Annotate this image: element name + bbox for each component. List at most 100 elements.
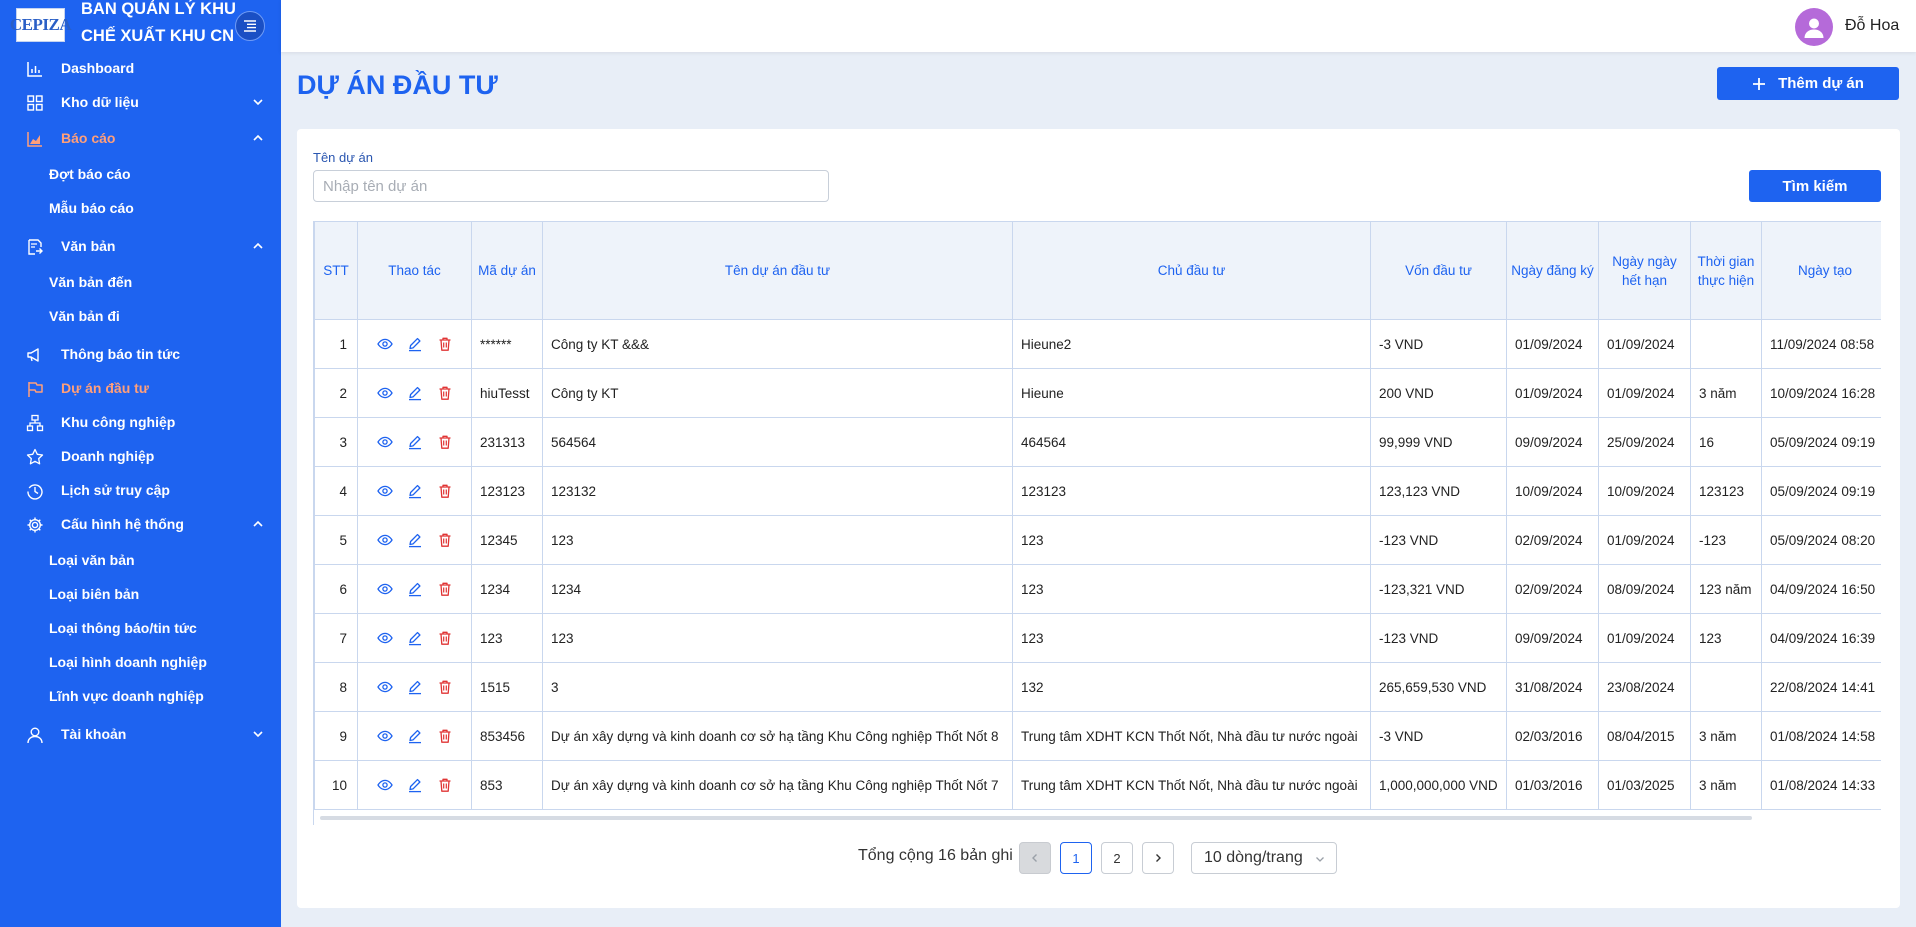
hierarchy-icon [25, 413, 44, 432]
search-button[interactable]: Tìm kiếm [1749, 170, 1881, 202]
cell-actions [357, 711, 472, 761]
sidebar-item-kho-du-lieu[interactable]: Kho dữ liệu [0, 87, 281, 117]
sidebar-item-van-ban-den[interactable]: Văn bản đến [49, 270, 132, 294]
sidebar-item-dashboard[interactable]: Dashboard [0, 53, 281, 83]
edit-icon[interactable] [407, 777, 423, 793]
delete-icon[interactable] [437, 630, 453, 646]
cell-project-name: 123 [542, 515, 1013, 565]
edit-icon[interactable] [407, 532, 423, 548]
delete-icon[interactable] [437, 483, 453, 499]
add-project-button[interactable]: Thêm dự án [1717, 67, 1899, 100]
view-icon[interactable] [376, 728, 393, 744]
projects-table: STT Thao tác Mã dự án Tên dự án đầu tư C… [314, 221, 1881, 810]
sidebar-item-khu-cong-nghiep[interactable]: Khu công nghiệp [0, 407, 281, 437]
sidebar-item-bao-cao[interactable]: Báo cáo [0, 123, 281, 153]
page-button-2[interactable]: 2 [1101, 842, 1133, 874]
page-button-1[interactable]: 1 [1060, 842, 1092, 874]
edit-icon[interactable] [407, 630, 423, 646]
user-name[interactable]: Đỗ Hoa [1845, 17, 1899, 35]
sidebar-item-thong-bao[interactable]: Thông báo tin tức [0, 339, 281, 369]
view-icon[interactable] [376, 679, 393, 695]
page-size-select[interactable]: 10 dòng/trang [1191, 842, 1337, 874]
sidebar-item-du-an[interactable]: Dự án đầu tư [0, 373, 281, 403]
prev-page-button[interactable] [1019, 842, 1051, 874]
avatar[interactable] [1795, 8, 1833, 46]
view-icon[interactable] [376, 385, 393, 401]
delete-icon[interactable] [437, 532, 453, 548]
sidebar-item-label: Báo cáo [61, 130, 116, 146]
edit-icon[interactable] [407, 336, 423, 352]
cell-project-code: 231313 [471, 417, 543, 467]
delete-icon[interactable] [437, 581, 453, 597]
cell-registered-date: 09/09/2024 [1506, 613, 1599, 663]
brand-logo[interactable]: CEPIZA [10, 8, 72, 42]
sidebar-item-linh-vuc-doanh-nghiep[interactable]: Lĩnh vực doanh nghiệp [49, 684, 204, 708]
next-page-button[interactable] [1142, 842, 1174, 874]
edit-icon[interactable] [407, 679, 423, 695]
cell-capital: -3 VND [1370, 319, 1507, 369]
sidebar-toggle-button[interactable] [235, 11, 265, 41]
cell-project-code: 123123 [471, 466, 543, 516]
grid-icon [25, 93, 44, 112]
cell-investor: Trung tâm XDHT KCN Thốt Nốt, Nhà đầu tư … [1012, 711, 1371, 761]
delete-icon[interactable] [437, 679, 453, 695]
view-icon[interactable] [376, 336, 393, 352]
view-icon[interactable] [376, 630, 393, 646]
delete-icon[interactable] [437, 434, 453, 450]
col-header-actions: Thao tác [357, 221, 472, 320]
col-header-expiry-date: Ngày ngày hết hạn [1598, 221, 1691, 320]
sidebar-item-loai-hinh-doanh-nghiep[interactable]: Loại hình doanh nghiệp [49, 650, 207, 674]
view-icon[interactable] [376, 434, 393, 450]
cell-stt: 8 [314, 662, 358, 712]
cell-project-name: Công ty KT &&& [542, 319, 1013, 369]
sidebar-item-mau-bao-cao[interactable]: Mẫu báo cáo [49, 196, 134, 220]
chevron-up-icon [253, 520, 263, 527]
horizontal-scrollbar[interactable] [320, 816, 1752, 820]
cell-investor: Hieune [1012, 368, 1371, 418]
sidebar-item-van-ban-di[interactable]: Văn bản đi [49, 304, 120, 328]
plus-icon [1753, 77, 1766, 90]
delete-icon[interactable] [437, 728, 453, 744]
edit-icon[interactable] [407, 434, 423, 450]
col-header-project-code: Mã dự án [471, 221, 543, 320]
sidebar-item-label: Dự án đầu tư [61, 380, 149, 396]
cell-created-at: 04/09/2024 16:39 [1761, 613, 1881, 663]
cell-duration: 3 năm [1690, 760, 1762, 810]
edit-icon[interactable] [407, 581, 423, 597]
cell-created-at: 01/08/2024 14:58 [1761, 711, 1881, 761]
sidebar-item-dot-bao-cao[interactable]: Đợt báo cáo [49, 162, 131, 186]
sidebar-item-loai-bien-ban[interactable]: Loại biên bản [49, 582, 139, 606]
sidebar-item-lich-su[interactable]: Lịch sử truy cập [0, 475, 281, 505]
cell-project-code: ****** [471, 319, 543, 369]
sidebar-item-loai-van-ban[interactable]: Loại văn bản [49, 548, 135, 572]
view-icon[interactable] [376, 581, 393, 597]
cell-duration [1690, 319, 1762, 369]
sidebar-item-tai-khoan[interactable]: Tài khoản [0, 719, 281, 749]
sidebar-item-doanh-nghiep[interactable]: Doanh nghiệp [0, 441, 281, 471]
cell-stt: 9 [314, 711, 358, 761]
view-icon[interactable] [376, 483, 393, 499]
cell-project-name: 123132 [542, 466, 1013, 516]
cell-investor: 464564 [1012, 417, 1371, 467]
col-header-capital: Vốn đầu tư [1370, 221, 1507, 320]
cell-investor: 123123 [1012, 466, 1371, 516]
edit-icon[interactable] [407, 483, 423, 499]
cell-capital: -123,321 VND [1370, 564, 1507, 614]
sidebar-item-cau-hinh[interactable]: Cấu hình hệ thống [0, 509, 281, 539]
cell-registered-date: 01/03/2016 [1506, 760, 1599, 810]
history-icon [25, 481, 44, 500]
chart-bar-icon [25, 59, 44, 78]
sidebar-item-loai-thong-bao[interactable]: Loại thông báo/tin tức [49, 616, 197, 640]
delete-icon[interactable] [437, 385, 453, 401]
cell-project-code: 853456 [471, 711, 543, 761]
sidebar-item-van-ban[interactable]: Văn bản [0, 231, 281, 261]
project-name-input[interactable] [313, 170, 829, 202]
edit-icon[interactable] [407, 385, 423, 401]
delete-icon[interactable] [437, 777, 453, 793]
cell-project-code: 1234 [471, 564, 543, 614]
delete-icon[interactable] [437, 336, 453, 352]
edit-icon[interactable] [407, 728, 423, 744]
view-icon[interactable] [376, 532, 393, 548]
user-icon [25, 725, 44, 744]
view-icon[interactable] [376, 777, 393, 793]
